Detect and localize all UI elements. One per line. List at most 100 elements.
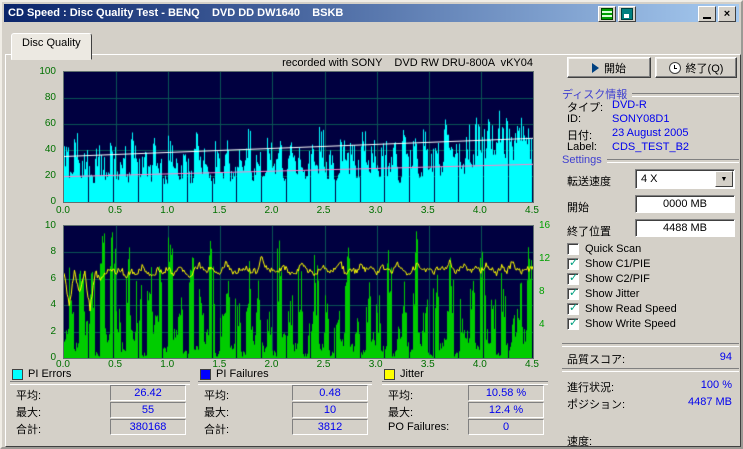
axis-tick-label: 60	[44, 118, 56, 129]
checkbox-show-c1-pie[interactable]: ✓ Show C1/PIE	[567, 257, 650, 270]
jitter-swatch-icon	[384, 368, 395, 380]
speed-status-label: 速度:	[567, 436, 593, 448]
axis-tick-label: 2.0	[264, 205, 279, 216]
disc-info-label: Label:	[567, 141, 597, 153]
pi-errors-legend: PI Errors	[12, 368, 71, 380]
jitter-stat-value: 10.58 %	[468, 385, 544, 401]
pi-failures-panel: PI Failures 平均: 0.48 最大: 10 合計: 3812	[198, 368, 372, 442]
pi-failures-stat-label: 最大:	[204, 407, 230, 419]
jitter-stat-value: 0	[468, 419, 544, 435]
checked-checkbox-icon[interactable]: ✓	[567, 317, 579, 330]
titlebar[interactable]: CD Speed : Disc Quality Test - BENQ DVD …	[4, 4, 739, 22]
speed-dropdown-button[interactable]: ▼	[715, 171, 733, 187]
axis-tick-label: 20	[44, 170, 56, 181]
checked-checkbox-icon[interactable]: ✓	[567, 256, 579, 270]
axis-tick-label: 0.0	[56, 205, 70, 216]
pi-errors-swatch-icon	[12, 368, 23, 380]
close-icon: ×	[723, 8, 731, 20]
speed-select[interactable]: 4 X ▼	[635, 169, 735, 189]
axis-tick-label: 4	[539, 319, 545, 330]
jitter-title: Jitter	[400, 368, 424, 380]
checked-checkbox-icon[interactable]: ✓	[567, 302, 579, 315]
pi-errors-stat-value: 55	[110, 402, 186, 418]
checked-checkbox-icon[interactable]: ✓	[567, 271, 579, 285]
pi-errors-panel: PI Errors 平均: 26.42 最大: 55 合計: 380168	[10, 368, 190, 442]
pie-errors-chart	[63, 71, 534, 203]
jitter-stat-label: PO Failures:	[388, 421, 450, 433]
settings-header: Settings	[562, 154, 739, 166]
disc-info-row: Label: CDS_TEST_B2	[567, 141, 739, 154]
close-button[interactable]: ×	[718, 6, 736, 22]
jitter-panel: Jitter 平均: 10.58 % 最大: 12.4 % PO Failures: 0	[382, 368, 548, 442]
disc-info-value: DVD-R	[612, 99, 647, 111]
chart-recorded-with-label: recorded with SONY DVD RW DRU-800A vKY04	[282, 57, 533, 69]
progress-value: 100 %	[700, 379, 732, 391]
tab-disc-quality[interactable]: Disc Quality	[11, 33, 92, 60]
pif-chart-y-axis: 10 8 6 4 2 0	[28, 220, 60, 367]
axis-tick-label: 100	[39, 66, 56, 77]
checkbox-quick-scan[interactable]: Quick Scan	[567, 242, 641, 255]
jitter-legend: Jitter	[384, 368, 424, 380]
checkbox-show-jitter[interactable]: ✓ Show Jitter	[567, 287, 639, 300]
checkbox-show-c2-pif[interactable]: ✓ Show C2/PIF	[567, 272, 650, 285]
save-button[interactable]	[618, 6, 636, 22]
titlebar-spacer	[638, 14, 696, 15]
start-position-input[interactable]: 0000 MB	[635, 195, 735, 213]
axis-tick-label: 2	[50, 325, 56, 337]
disc-info-value: CDS_TEST_B2	[612, 141, 690, 153]
checkbox-show-read-speed[interactable]: ✓ Show Read Speed	[567, 302, 677, 315]
start-position-label: 開始	[567, 202, 589, 214]
speed-select-value: 4 X	[641, 173, 658, 185]
separator	[562, 368, 739, 372]
check-icon: ✓	[569, 286, 579, 299]
tab-label: Disc Quality	[22, 37, 81, 49]
disc-info-value: SONY08D1	[612, 113, 670, 125]
quit-button[interactable]: 終了(Q)	[655, 57, 737, 78]
checkbox-label: Show C1/PIE	[585, 257, 651, 270]
pi-errors-stat-label: 最大:	[16, 407, 42, 419]
axis-tick-label: 4.5	[525, 205, 539, 216]
checkbox-show-write-speed[interactable]: ✓ Show Write Speed	[567, 317, 676, 330]
axis-tick-label: 12	[539, 253, 551, 264]
jitter-stat-label: 平均:	[388, 390, 414, 402]
axis-tick-label: 16	[539, 220, 551, 231]
quit-button-label: 終了(Q)	[685, 62, 724, 75]
end-position-input[interactable]: 4488 MB	[635, 219, 735, 237]
minimize-icon	[703, 16, 711, 19]
pie-chart-y-axis: 100 80 60 40 20 0	[28, 66, 60, 211]
start-button-label: 開始	[604, 62, 626, 75]
start-button[interactable]: 開始	[567, 57, 651, 78]
axis-tick-label: 0.5	[108, 205, 123, 216]
end-position-label: 終了位置	[567, 226, 611, 238]
unchecked-checkbox-icon[interactable]	[567, 242, 579, 255]
quality-score-value: 94	[719, 351, 732, 363]
clock-icon	[668, 61, 681, 74]
pi-errors-stat-label: 平均:	[16, 390, 42, 402]
checkbox-label: Show Write Speed	[585, 317, 676, 330]
axis-tick-label: 80	[44, 92, 56, 103]
window-title: CD Speed : Disc Quality Test - BENQ DVD …	[8, 7, 344, 19]
chart-window-button[interactable]	[598, 6, 616, 22]
axis-tick-label: 1.0	[160, 205, 175, 216]
pi-errors-stat-label: 合計:	[16, 424, 42, 436]
axis-tick-label: 40	[44, 144, 56, 155]
pi-errors-stat-value: 380168	[110, 419, 186, 435]
disc-info-row: タイプ: DVD-R	[567, 99, 739, 114]
check-icon: ✓	[569, 256, 579, 269]
axis-tick-label: 10	[44, 220, 56, 231]
minimize-button[interactable]	[698, 6, 716, 22]
jitter-stat-value: 12.4 %	[468, 402, 544, 418]
checked-checkbox-icon[interactable]: ✓	[567, 286, 579, 300]
check-icon: ✓	[569, 271, 579, 284]
separator	[562, 343, 739, 347]
pif-jitter-chart	[63, 225, 534, 359]
pi-failures-legend: PI Failures	[200, 368, 269, 380]
axis-tick-label: 8	[539, 286, 545, 297]
pi-errors-title: PI Errors	[28, 368, 72, 380]
axis-tick-label: 3.0	[368, 205, 383, 216]
quality-score-label: 品質スコア:	[567, 354, 626, 366]
show-options-group: Quick Scan ✓ Show C1/PIE ✓ Show C2/PIF ✓ Show …	[567, 242, 739, 338]
checkbox-label: Show C2/PIF	[585, 272, 650, 285]
axis-tick-label: 2.5	[316, 205, 331, 216]
axis-tick-label: 6	[50, 272, 56, 284]
